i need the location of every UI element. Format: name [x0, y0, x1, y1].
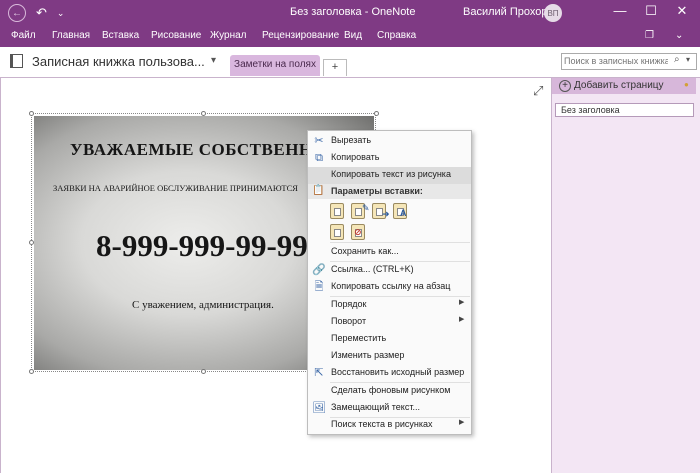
back-button[interactable]: ←: [8, 4, 26, 22]
resize-handle[interactable]: [29, 240, 34, 245]
menu-item-restore-size[interactable]: ⇱ Восстановить исходный размер: [308, 365, 471, 382]
search-box: ⌕ ▾: [561, 53, 697, 70]
menu-item-move[interactable]: Переместить: [308, 331, 471, 348]
clipboard-icon: 📋: [312, 185, 325, 196]
document-link-icon: 🗎: [314, 281, 324, 293]
more-icon[interactable]: ●: [684, 80, 689, 89]
search-icon[interactable]: ⌕: [674, 54, 680, 65]
copy-icon: ⧉: [315, 152, 323, 164]
menu-item-copy[interactable]: ⧉ Копировать: [308, 150, 471, 167]
tab-file[interactable]: Файл: [11, 30, 36, 41]
add-section-button[interactable]: +: [323, 59, 347, 76]
expand-page-icon[interactable]: ⤢: [533, 83, 543, 99]
page-list-item[interactable]: Без заголовка: [555, 103, 694, 117]
pencil-icon: ✎: [362, 203, 370, 213]
link-icon: 🔗: [312, 264, 326, 276]
add-page-button[interactable]: + Добавить страницу ●: [552, 78, 696, 94]
menu-item-order[interactable]: Порядок ▶: [308, 297, 471, 314]
notebook-name[interactable]: Записная книжка пользова...: [32, 54, 205, 69]
menu-item-resize[interactable]: Изменить размер: [308, 348, 471, 365]
chevron-down-icon[interactable]: ▾: [211, 55, 216, 66]
picture-icon: 🖼: [312, 402, 326, 414]
menu-separator: [330, 242, 470, 243]
resize-handle[interactable]: [374, 111, 379, 116]
resize-handle[interactable]: [29, 369, 34, 374]
tab-home[interactable]: Главная: [52, 30, 90, 41]
customize-toolbar-icon[interactable]: ⌄: [57, 5, 65, 21]
menu-item-copy-link[interactable]: 🗎 Копировать ссылку на абзац: [308, 279, 471, 296]
canvas-left-border: [0, 78, 1, 473]
menu-item-rotate[interactable]: Поворот ▶: [308, 314, 471, 331]
undo-icon[interactable]: ↶: [36, 5, 47, 21]
arrow-icon: ➜: [382, 209, 390, 219]
text-a-icon: A: [400, 208, 407, 218]
resize-handle[interactable]: [201, 369, 206, 374]
menu-item-set-background[interactable]: Сделать фоновым рисунком: [308, 383, 471, 400]
avatar[interactable]: ВП: [544, 4, 562, 22]
no-paste-icon: ⊘: [354, 227, 362, 237]
tab-history[interactable]: Журнал: [210, 30, 247, 41]
maximize-button[interactable]: ☐: [642, 3, 660, 19]
search-scope-dropdown[interactable]: ▾: [686, 55, 690, 64]
submenu-arrow-icon: ▶: [459, 316, 465, 323]
scissors-icon: ✂: [314, 135, 324, 147]
search-input[interactable]: [564, 54, 668, 68]
menu-item-search-text[interactable]: Поиск текста в рисунках ▶: [308, 417, 471, 434]
tab-review[interactable]: Рецензирование: [262, 30, 339, 41]
ribbon-options-icon[interactable]: ⌄: [675, 30, 683, 41]
menu-item-cut[interactable]: ✂ Вырезать: [308, 133, 471, 150]
submenu-arrow-icon: ▶: [459, 299, 465, 306]
window-title: Без заголовка - OneNote: [290, 6, 416, 18]
menu-item-link[interactable]: 🔗 Ссылка... (CTRL+K): [308, 262, 471, 279]
tab-view[interactable]: Вид: [344, 30, 362, 41]
ribbon-tabs: Файл Главная Вставка Рисование Журнал Ре…: [0, 25, 700, 47]
quick-access-toolbar: ← ↶ ⌄: [8, 4, 64, 22]
add-page-label: Добавить страницу: [574, 80, 664, 91]
add-icon: +: [559, 80, 571, 92]
paste-as-picture-icon[interactable]: [330, 224, 344, 240]
tab-insert[interactable]: Вставка: [102, 30, 139, 41]
paste-keep-formatting-icon[interactable]: [330, 203, 344, 219]
menu-item-copy-text-from-image[interactable]: Копировать текст из рисунка: [308, 167, 471, 184]
page-title: Без заголовка: [561, 105, 620, 115]
share-icon[interactable]: ❐: [645, 30, 654, 41]
resize-handle[interactable]: [201, 111, 206, 116]
menu-item-save-as[interactable]: Сохранить как...: [308, 244, 471, 261]
tab-draw[interactable]: Рисование: [151, 30, 201, 41]
submenu-arrow-icon: ▶: [459, 419, 465, 426]
resize-handle[interactable]: [29, 111, 34, 116]
pages-pane: [551, 78, 700, 473]
tab-help[interactable]: Справка: [377, 30, 416, 41]
minimize-button[interactable]: —: [611, 3, 629, 18]
restore-size-icon: ⇱: [314, 367, 324, 379]
back-arrow-icon: ←: [12, 7, 22, 19]
context-menu: ✂ Вырезать ⧉ Копировать Копировать текст…: [307, 130, 472, 435]
close-button[interactable]: ✕: [673, 3, 691, 19]
menu-item-alt-text[interactable]: 🖼 Замещающий текст...: [308, 400, 471, 417]
notebook-icon: [10, 54, 23, 68]
section-tab[interactable]: Заметки на полях: [230, 55, 320, 76]
title-bar: ← ↶ ⌄ Без заголовка - OneNote Василий Пр…: [0, 0, 700, 25]
paste-options-header: 📋 Параметры вставки:: [308, 184, 471, 199]
